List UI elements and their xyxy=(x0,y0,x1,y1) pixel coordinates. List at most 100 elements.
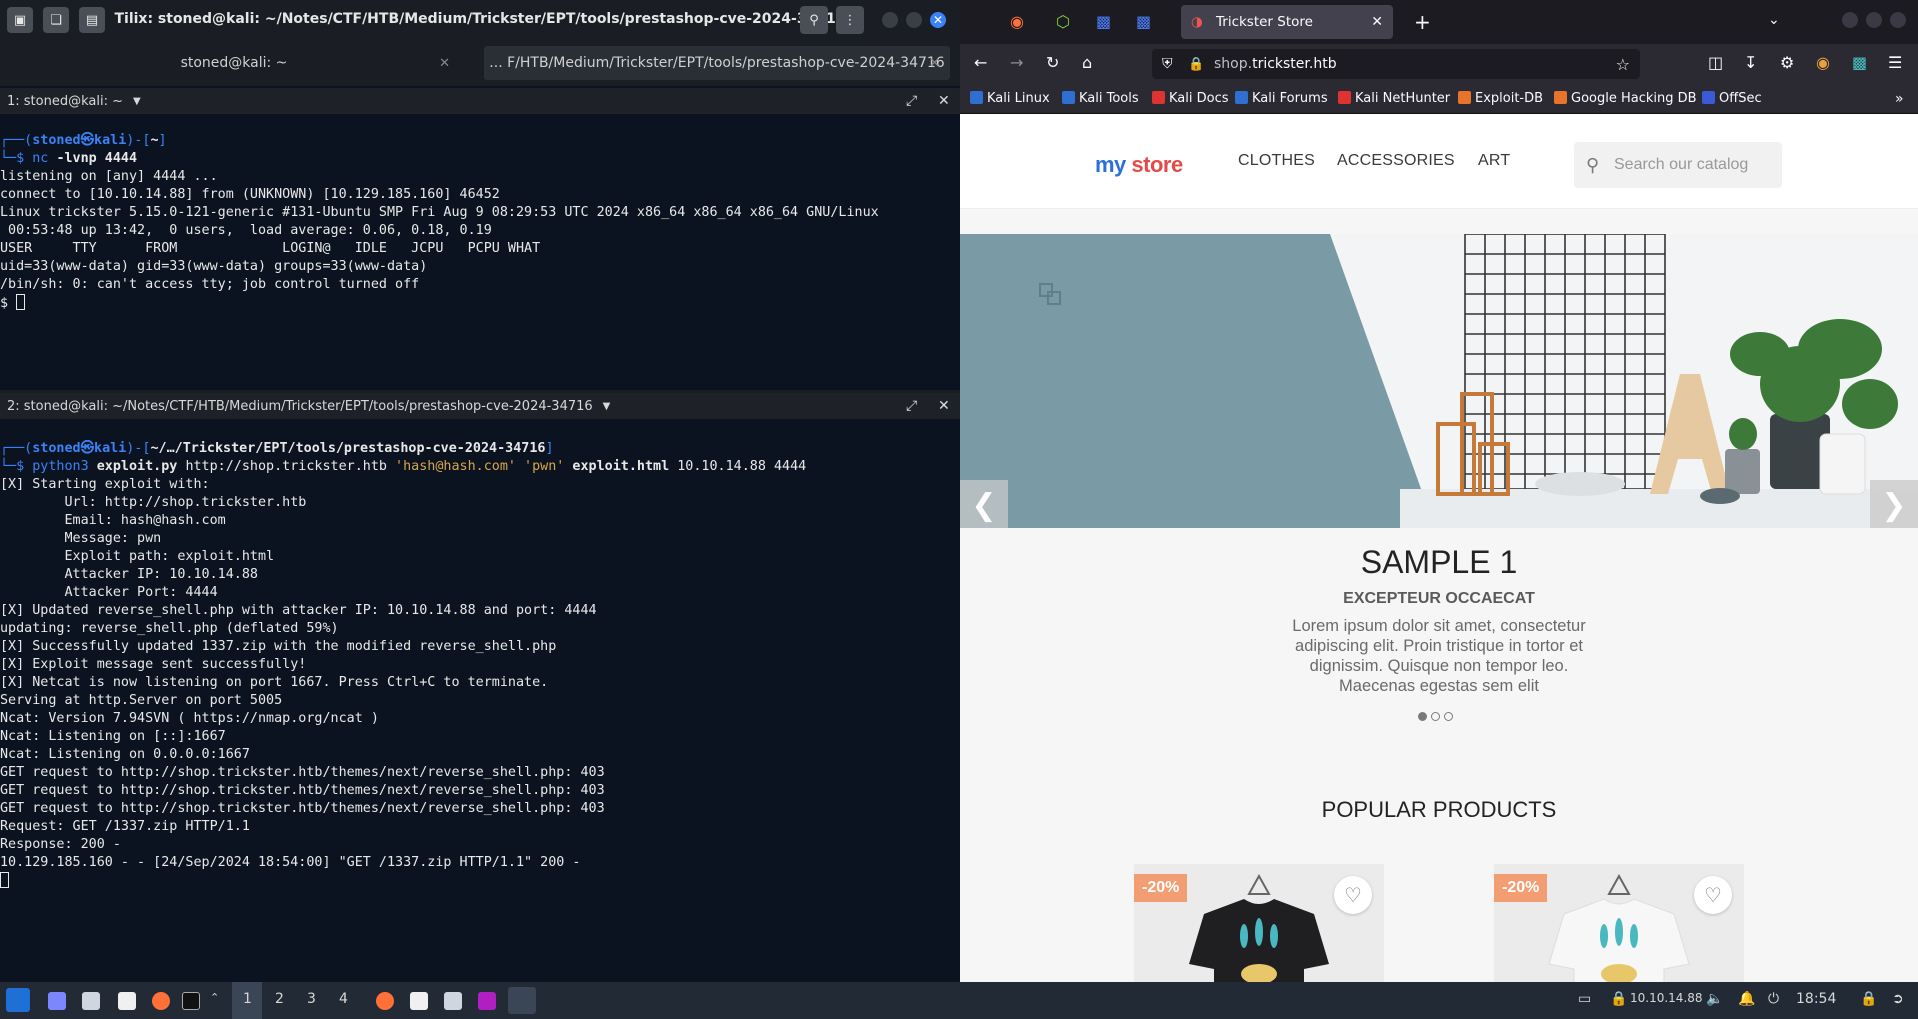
foxyproxy-icon[interactable]: ◉ xyxy=(1816,53,1830,72)
workspace-4[interactable]: 4 xyxy=(339,991,348,1007)
close-tab-icon[interactable]: ✕ xyxy=(439,56,450,71)
forward-icon[interactable]: → xyxy=(1010,53,1023,72)
script-arg: exploit.py xyxy=(96,459,178,474)
show-desktop-icon[interactable] xyxy=(48,992,66,1010)
bookmark-kali-linux[interactable]: Kali Linux xyxy=(970,91,1050,106)
workspace-1[interactable]: 1 xyxy=(243,991,252,1007)
close-pane-icon[interactable]: ✕ xyxy=(938,398,950,414)
close-pane-icon[interactable]: ✕ xyxy=(938,93,950,109)
chevron-up-icon[interactable]: ⌃ xyxy=(210,991,219,1004)
terminal-cursor xyxy=(0,872,9,888)
terminal-icon[interactable] xyxy=(182,992,200,1010)
tab-session-2[interactable]: ... F/HTB/Medium/Trickster/EPT/tools/pre… xyxy=(484,46,950,80)
close-tab-icon[interactable]: ✕ xyxy=(1371,14,1383,30)
output-line: Message: pwn xyxy=(0,531,162,546)
downloads-icon[interactable]: ↧ xyxy=(1744,53,1757,72)
notification-icon[interactable]: 🔔 xyxy=(1738,991,1755,1007)
search-icon[interactable]: ⚲ xyxy=(800,6,828,34)
files-task-icon[interactable] xyxy=(444,992,462,1010)
firefox-task-icon[interactable] xyxy=(376,992,394,1010)
wishlist-heart-icon[interactable]: ♡ xyxy=(1694,876,1732,914)
slider-dot-2[interactable] xyxy=(1431,712,1440,721)
output-line: GET request to http://shop.trickster.htb… xyxy=(0,801,605,816)
editor-task-icon[interactable] xyxy=(410,992,428,1010)
pane-title: 2: stoned@kali: ~/Notes/CTF/HTB/Medium/T… xyxy=(7,398,593,414)
menu-art[interactable]: ART xyxy=(1478,152,1510,170)
slider-dot-1[interactable] xyxy=(1418,712,1427,721)
menu-accessories[interactable]: ACCESSORIES xyxy=(1337,152,1455,170)
file-manager-icon[interactable] xyxy=(82,992,100,1010)
maximize-icon[interactable] xyxy=(1866,12,1882,28)
slider-prev-button[interactable]: ❮ xyxy=(960,480,1008,528)
bookmark-kali-tools[interactable]: Kali Tools xyxy=(1062,91,1139,106)
maximize-pane-icon[interactable]: ⤢ xyxy=(906,398,917,414)
bookmark-kali-docs[interactable]: Kali Docs xyxy=(1152,91,1229,106)
bookmark-google-hacking-db[interactable]: Google Hacking DB xyxy=(1554,91,1697,106)
menu-clothes[interactable]: CLOTHES xyxy=(1238,152,1315,170)
back-icon[interactable]: ← xyxy=(974,53,987,72)
slider-next-button[interactable]: ❯ xyxy=(1870,480,1918,528)
pocket-icon[interactable]: ◫ xyxy=(1708,53,1723,72)
site-header: my store CLOTHES ACCESSORIES ART ⚲ Searc… xyxy=(960,114,1918,209)
close-icon[interactable] xyxy=(1890,12,1906,28)
minimize-icon[interactable] xyxy=(882,12,898,28)
prompt-dir: ~/…/Trickster/EPT/tools/prestashop-cve-2… xyxy=(150,441,546,456)
chevron-down-icon[interactable]: ▼ xyxy=(133,96,141,107)
slider-dot-3[interactable] xyxy=(1444,712,1453,721)
extension-icon[interactable]: ⬡ xyxy=(1056,12,1070,31)
lock-icon[interactable]: 🔒 xyxy=(1188,57,1204,72)
bookmark-offsec[interactable]: OffSec xyxy=(1702,91,1762,106)
app-menu-icon[interactable]: ☰ xyxy=(1888,53,1902,72)
workspace-3[interactable]: 3 xyxy=(307,991,316,1007)
pinned-tab-icon[interactable]: ▩ xyxy=(1096,12,1111,31)
text-editor-icon[interactable] xyxy=(118,992,136,1010)
power-icon[interactable]: ⏻ xyxy=(1768,991,1779,1007)
wishlist-heart-icon[interactable]: ♡ xyxy=(1334,876,1372,914)
terminal-pane-2[interactable]: ┌──(stoned㉿kali)-[~/…/Trickster/EPT/tool… xyxy=(0,440,960,900)
more-bookmarks-icon[interactable]: » xyxy=(1895,91,1904,107)
bookmark-kali-forums[interactable]: Kali Forums xyxy=(1235,91,1328,106)
maximize-pane-icon[interactable]: ⤢ xyxy=(906,93,917,109)
close-tab-icon[interactable]: ✕ xyxy=(929,56,940,71)
save-icon[interactable]: ▩ xyxy=(1852,53,1867,72)
tilix-task-icon[interactable] xyxy=(508,987,536,1014)
firefox-icon[interactable]: ◉ xyxy=(1010,12,1024,31)
workspace-2[interactable]: 2 xyxy=(275,991,284,1007)
output-line: [X] Successfully updated 1337.zip with t… xyxy=(0,639,557,654)
logout-icon[interactable]: ➲ xyxy=(1892,991,1904,1007)
minimize-icon[interactable] xyxy=(1842,12,1858,28)
maximize-icon[interactable] xyxy=(906,12,922,28)
site-logo[interactable]: my store xyxy=(1095,152,1183,178)
chevron-down-icon[interactable]: ⌄ xyxy=(1768,12,1780,28)
menu-icon[interactable]: ⋮ xyxy=(836,6,864,34)
product-card[interactable]: -20% ♡ xyxy=(1134,864,1384,982)
firefox-icon[interactable] xyxy=(152,992,170,1010)
tab-session-1[interactable]: stoned@kali: ~ ✕ xyxy=(8,46,460,80)
pinned-tab-icon[interactable]: ▩ xyxy=(1136,12,1151,31)
extensions-icon[interactable]: ⚙ xyxy=(1780,53,1794,72)
shield-icon[interactable]: ⛨ xyxy=(1162,56,1173,72)
bookmark-star-icon[interactable]: ☆ xyxy=(1616,55,1630,74)
chevron-down-icon[interactable]: ▼ xyxy=(603,401,611,412)
tab-trickster-store[interactable]: ◑ Trickster Store ✕ xyxy=(1181,5,1393,39)
close-icon[interactable]: ✕ xyxy=(930,12,946,28)
home-icon[interactable]: ⌂ xyxy=(1082,53,1092,72)
search-input[interactable]: ⚲ Search our catalog xyxy=(1574,142,1782,188)
screen-icon[interactable]: ▭ xyxy=(1578,991,1591,1007)
new-tab-icon[interactable]: + xyxy=(1414,10,1431,34)
tab-title: Trickster Store xyxy=(1216,14,1313,30)
kali-menu-icon[interactable] xyxy=(6,988,30,1012)
volume-icon[interactable]: 🔈 xyxy=(1706,991,1723,1007)
tab-label: ... F/HTB/Medium/Trickster/EPT/tools/pre… xyxy=(489,55,945,71)
url-bar[interactable]: ⛨ 🔒 shop. trickster.htb ☆ xyxy=(1152,49,1640,79)
reload-icon[interactable]: ↻ xyxy=(1046,53,1059,72)
lock-screen-icon[interactable]: 🔒 xyxy=(1860,991,1877,1007)
app-task-icon[interactable] xyxy=(478,992,496,1010)
hero-slider[interactable]: ❮ ❯ xyxy=(960,234,1918,528)
bookmark-kali-nethunter[interactable]: Kali NetHunter xyxy=(1338,91,1450,106)
ip-port-args: 10.10.14.88 4444 xyxy=(677,459,807,474)
product-card[interactable]: -20% ♡ xyxy=(1494,864,1744,982)
terminal-pane-1[interactable]: ┌──(stoned㉿kali)-[~] └─$ nc -lvnp 4444 l… xyxy=(0,132,960,387)
bookmark-exploit-db[interactable]: Exploit-DB xyxy=(1458,91,1543,106)
vpn-lock-icon[interactable]: 🔒 xyxy=(1610,991,1627,1007)
